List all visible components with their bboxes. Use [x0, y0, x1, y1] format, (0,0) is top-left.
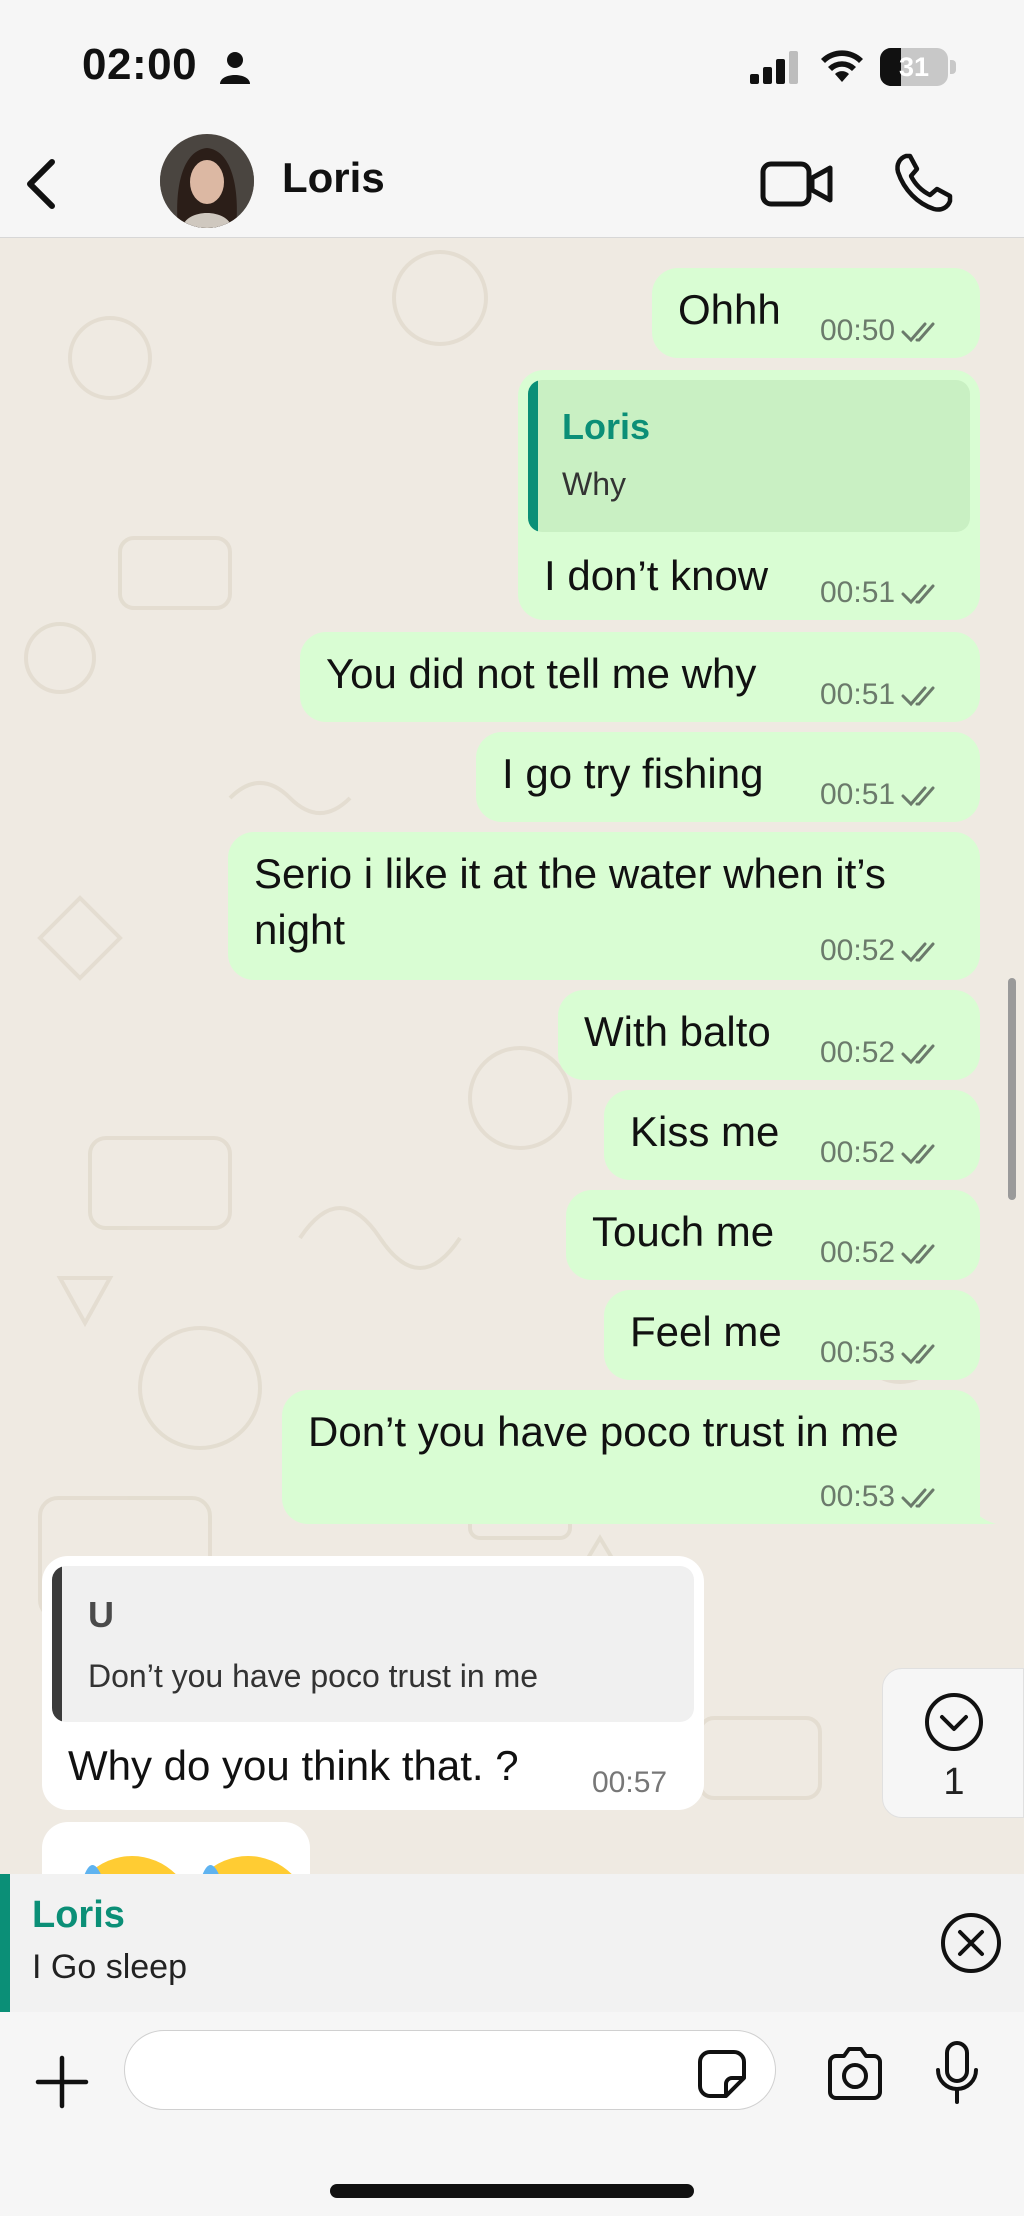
message-time: 00:52	[820, 1236, 896, 1269]
reply-text: I Go sleep	[32, 1948, 187, 1986]
message-time: 00:51	[820, 678, 896, 711]
message-input[interactable]	[124, 2030, 776, 2110]
message-bubble-outgoing[interactable]: You did not tell me why 00:51	[300, 632, 980, 722]
message-time: 00:52	[820, 1136, 896, 1169]
message-bubble-outgoing[interactable]: Ohhh 00:50	[652, 268, 980, 358]
plus-icon[interactable]	[34, 2054, 90, 2110]
message-meta: 00:52	[820, 934, 945, 968]
read-receipt-icon	[901, 1488, 935, 1509]
message-text: Touch me	[592, 1208, 775, 1255]
message-time: 00:51	[820, 778, 896, 811]
message-time: 00:57	[592, 1766, 668, 1799]
unread-count: 1	[943, 1761, 965, 1803]
read-receipt-icon	[901, 1144, 935, 1165]
message-bubble-incoming-partial[interactable]	[42, 1822, 310, 1874]
message-text-line-1: Serio i like it at the water when it’s	[254, 850, 886, 897]
message-text: I go try fishing	[502, 750, 764, 797]
status-time: 02:00	[82, 40, 198, 89]
read-receipt-icon	[901, 1044, 935, 1065]
message-text: With balto	[584, 1008, 771, 1055]
message-meta: 00:51	[820, 778, 945, 812]
battery-percent: 31	[898, 52, 930, 82]
avatar[interactable]	[160, 134, 254, 228]
message-meta: 00:51	[820, 678, 945, 712]
close-reply-icon[interactable]	[940, 1912, 1002, 1974]
message-text: Ohhh	[678, 286, 781, 333]
read-receipt-icon	[901, 322, 935, 343]
person-icon	[220, 52, 250, 84]
message-text: Don’t you have poco trust in me	[308, 1408, 899, 1455]
reply-preview: Loris I Go sleep	[0, 1874, 1024, 2012]
home-indicator	[330, 2184, 694, 2198]
quoted-author: Loris	[562, 406, 651, 447]
message-bubble-outgoing[interactable]: Touch me 00:52	[566, 1190, 980, 1280]
read-receipt-icon	[901, 942, 935, 963]
message-composer	[0, 2012, 1024, 2216]
message-text: Why do you think that. ?	[68, 1742, 519, 1789]
message-meta: 00:52	[820, 1236, 945, 1270]
quoted-text: Don’t you have poco trust in me	[88, 1658, 539, 1694]
crying-face-emoji-icon	[84, 1856, 292, 1874]
battery-icon: 31	[880, 48, 956, 86]
message-time: 00:53	[820, 1336, 896, 1369]
back-arrow-icon[interactable]	[18, 154, 68, 214]
message-time: 00:50	[820, 314, 896, 347]
message-time: 00:52	[820, 1036, 896, 1069]
message-text: You did not tell me why	[326, 650, 757, 697]
scroll-to-bottom-button[interactable]: 1	[882, 1668, 1024, 1818]
message-text: Kiss me	[630, 1108, 780, 1155]
quoted-message[interactable]: U Don’t you have poco trust in me	[52, 1566, 694, 1722]
message-bubble-outgoing[interactable]: I go try fishing 00:51	[476, 732, 980, 822]
message-bubble-outgoing[interactable]: Feel me 00:53	[604, 1290, 980, 1380]
read-receipt-icon	[901, 584, 935, 605]
message-meta: 00:52	[820, 1036, 945, 1070]
video-camera-icon[interactable]	[760, 156, 834, 212]
message-time: 00:53	[820, 1480, 896, 1513]
message-bubble-outgoing[interactable]: Don’t you have poco trust in me 00:53	[282, 1390, 980, 1524]
message-bubble-incoming[interactable]: U Don’t you have poco trust in me Why do…	[42, 1556, 704, 1810]
message-text-line-2: night	[254, 906, 346, 953]
reply-accent-bar	[0, 1874, 10, 2012]
message-bubble-outgoing[interactable]: Serio i like it at the water when it’s n…	[228, 832, 980, 980]
chat-area[interactable]: Ohhh 00:50 Loris Why I don’t know 00:51 …	[0, 238, 1024, 1874]
message-meta: 00:51	[820, 576, 945, 610]
message-bubble-outgoing[interactable]: Loris Why I don’t know 00:51	[518, 370, 980, 620]
message-time: 00:51	[820, 576, 896, 609]
scroll-indicator[interactable]	[1008, 978, 1016, 1200]
quoted-author: U	[88, 1594, 114, 1635]
reply-author: Loris	[32, 1894, 125, 1936]
wifi-icon	[821, 50, 863, 82]
sticker-icon[interactable]	[696, 2048, 748, 2100]
status-bar: 02:00 31	[0, 0, 1024, 130]
message-meta: 00:52	[820, 1136, 945, 1170]
read-receipt-icon	[901, 1244, 935, 1265]
read-receipt-icon	[901, 1344, 935, 1365]
message-bubble-outgoing[interactable]: Kiss me 00:52	[604, 1090, 980, 1180]
quoted-message[interactable]: Loris Why	[528, 380, 970, 532]
phone-icon[interactable]	[892, 152, 954, 214]
camera-icon[interactable]	[824, 2046, 886, 2102]
message-bubble-outgoing[interactable]: With balto 00:52	[558, 990, 980, 1080]
read-receipt-icon	[901, 786, 935, 807]
message-text: Feel me	[630, 1308, 782, 1355]
chat-header: Loris	[0, 130, 1024, 238]
read-receipt-icon	[901, 686, 935, 707]
message-meta: 00:53	[820, 1480, 945, 1514]
contact-name[interactable]: Loris	[282, 154, 385, 202]
message-time: 00:52	[820, 934, 896, 967]
message-meta: 00:53	[820, 1336, 945, 1370]
cellular-signal-icon	[750, 51, 798, 84]
message-text: I don’t know	[544, 552, 769, 599]
microphone-icon[interactable]	[932, 2040, 982, 2106]
message-meta: 00:50	[820, 314, 945, 348]
chevron-down-circle-icon	[925, 1693, 983, 1751]
quoted-text: Why	[562, 466, 626, 502]
bubble-tail	[960, 1498, 996, 1524]
